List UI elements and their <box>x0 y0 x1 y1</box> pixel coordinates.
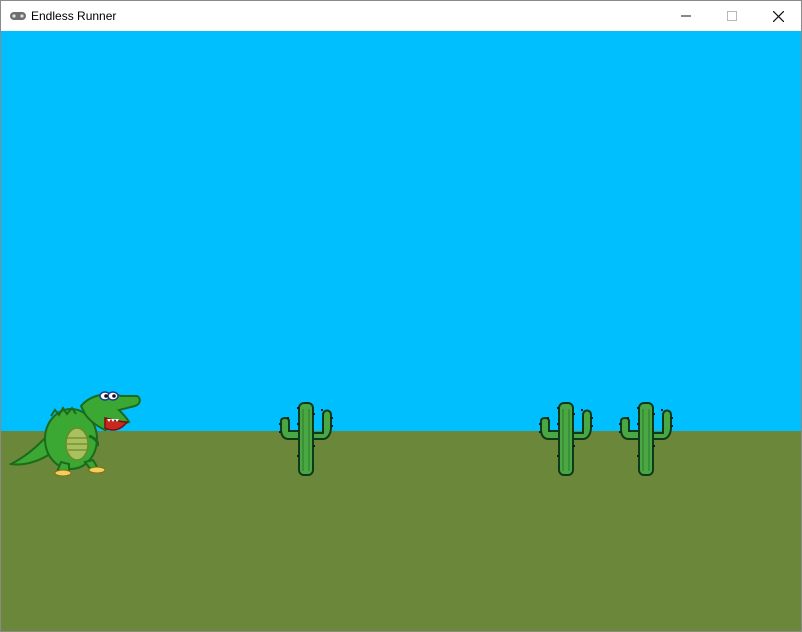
close-button[interactable] <box>755 1 801 31</box>
app-window: Endless Runner <box>0 0 802 632</box>
gamepad-icon <box>10 12 26 20</box>
minimize-button[interactable] <box>663 1 709 31</box>
dinosaur-player <box>9 391 141 477</box>
close-icon <box>772 10 784 22</box>
sky <box>1 31 801 431</box>
maximize-button[interactable] <box>709 1 755 31</box>
title-bar[interactable]: Endless Runner <box>1 1 801 31</box>
cactus-obstacle <box>619 402 673 476</box>
cactus-obstacle <box>539 402 593 476</box>
maximize-icon <box>727 11 737 21</box>
window-title: Endless Runner <box>31 9 117 23</box>
minimize-icon <box>681 15 691 17</box>
game-canvas[interactable] <box>1 31 801 631</box>
cactus-obstacle <box>279 402 333 476</box>
